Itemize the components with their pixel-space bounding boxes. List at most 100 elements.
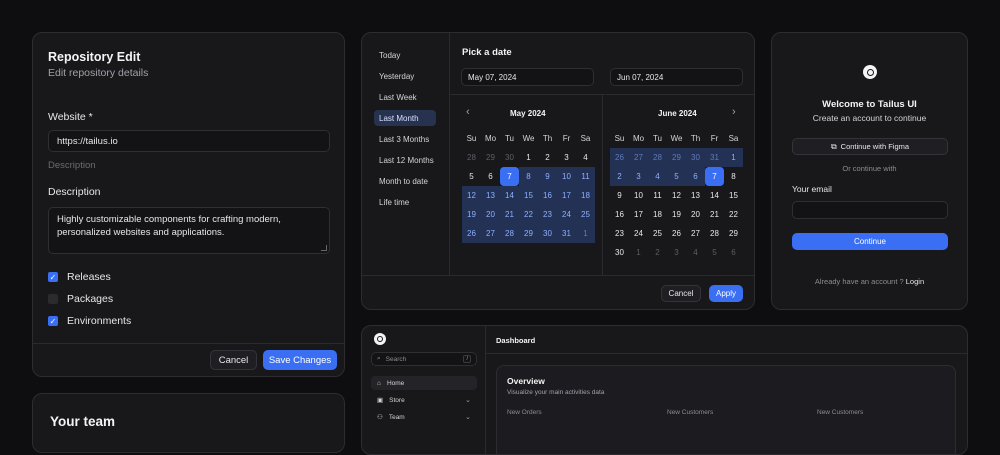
day-cell[interactable]: 3 [667,243,686,262]
day-cell[interactable]: 17 [629,205,648,224]
day-cell[interactable]: 4 [576,148,595,167]
day-cell[interactable]: 21 [705,205,724,224]
day-cell[interactable]: 15 [519,186,538,205]
day-cell[interactable]: 26 [462,224,481,243]
preset-last-3-months[interactable]: Last 3 Months [374,131,436,147]
preset-yesterday[interactable]: Yesterday [374,68,436,84]
day-cell[interactable]: 22 [519,205,538,224]
day-cell[interactable]: 26 [667,224,686,243]
day-cell[interactable]: 10 [557,167,576,186]
save-changes-button[interactable]: Save Changes [263,350,337,370]
day-cell[interactable]: 14 [705,186,724,205]
day-cell[interactable]: 29 [481,148,500,167]
day-cell[interactable]: 5 [667,167,686,186]
day-cell[interactable]: 2 [610,167,629,186]
day-cell[interactable]: 1 [519,148,538,167]
day-cell[interactable]: 18 [648,205,667,224]
day-cell[interactable]: 26 [610,148,629,167]
day-cell[interactable]: 15 [724,186,743,205]
day-cell[interactable]: 1 [576,224,595,243]
day-cell[interactable]: 16 [538,186,557,205]
day-cell[interactable]: 1 [724,148,743,167]
preset-month-to-date[interactable]: Month to date [374,173,436,189]
day-cell[interactable]: 27 [481,224,500,243]
day-cell[interactable]: 9 [610,186,629,205]
day-cell[interactable]: 9 [538,167,557,186]
day-cell[interactable]: 5 [462,167,481,186]
day-cell[interactable]: 7 [705,167,724,186]
day-cell[interactable]: 10 [629,186,648,205]
nav-item-home[interactable]: ⌂ Home [371,376,477,390]
cancel-button[interactable]: Cancel [661,285,701,302]
day-cell[interactable]: 25 [648,224,667,243]
chevron-left-icon[interactable]: ‹ [466,106,470,118]
checkbox-environments[interactable]: ✓ Environments [48,315,131,327]
email-input[interactable] [792,201,948,219]
day-cell[interactable]: 18 [576,186,595,205]
day-cell[interactable]: 27 [629,148,648,167]
day-cell[interactable]: 31 [705,148,724,167]
resize-handle-icon[interactable] [321,245,327,251]
day-cell[interactable]: 4 [648,167,667,186]
day-cell[interactable]: 2 [538,148,557,167]
day-cell[interactable]: 4 [686,243,705,262]
day-cell[interactable]: 22 [724,205,743,224]
day-cell[interactable]: 30 [686,148,705,167]
day-cell[interactable]: 6 [724,243,743,262]
continue-with-figma-button[interactable]: ⧉ Continue with Figma [792,138,948,155]
day-cell[interactable]: 21 [500,205,519,224]
day-cell[interactable]: 12 [667,186,686,205]
day-cell[interactable]: 28 [500,224,519,243]
description-textarea[interactable]: Highly customizable components for craft… [48,207,330,254]
preset-last-12-months[interactable]: Last 12 Months [374,152,436,168]
day-cell[interactable]: 29 [724,224,743,243]
day-cell[interactable]: 30 [500,148,519,167]
day-cell[interactable]: 29 [519,224,538,243]
day-cell[interactable]: 11 [576,167,595,186]
day-cell[interactable]: 30 [538,224,557,243]
day-cell[interactable]: 3 [557,148,576,167]
apply-button[interactable]: Apply [709,285,743,302]
day-cell[interactable]: 6 [686,167,705,186]
end-date-input[interactable]: Jun 07, 2024 [610,68,743,86]
day-cell[interactable]: 19 [462,205,481,224]
day-cell[interactable]: 30 [610,243,629,262]
day-cell[interactable]: 29 [667,148,686,167]
continue-button[interactable]: Continue [792,233,948,250]
day-cell[interactable]: 5 [705,243,724,262]
preset-today[interactable]: Today [374,47,436,63]
day-cell[interactable]: 23 [538,205,557,224]
day-cell[interactable]: 28 [705,224,724,243]
website-input[interactable]: https://tailus.io [48,130,330,152]
day-cell[interactable]: 24 [629,224,648,243]
checkbox-packages[interactable]: Packages [48,293,113,305]
nav-item-team[interactable]: ⚇ Team ⌄ [371,410,477,424]
preset-last-week[interactable]: Last Week [374,89,436,105]
day-cell[interactable]: 20 [481,205,500,224]
preset-last-month[interactable]: Last Month [374,110,436,126]
cancel-button[interactable]: Cancel [210,350,257,370]
day-cell[interactable]: 17 [557,186,576,205]
checkbox-releases[interactable]: ✓ Releases [48,271,111,283]
search-input[interactable]: ⌕ Search / [371,352,477,366]
day-cell[interactable]: 31 [557,224,576,243]
day-cell[interactable]: 28 [462,148,481,167]
day-cell[interactable]: 3 [629,167,648,186]
day-cell[interactable]: 8 [724,167,743,186]
day-cell[interactable]: 2 [648,243,667,262]
day-cell[interactable]: 1 [629,243,648,262]
day-cell[interactable]: 13 [686,186,705,205]
day-cell[interactable]: 13 [481,186,500,205]
start-date-input[interactable]: May 07, 2024 [461,68,594,86]
day-cell[interactable]: 6 [481,167,500,186]
preset-life-time[interactable]: Life time [374,194,436,210]
day-cell[interactable]: 28 [648,148,667,167]
day-cell[interactable]: 23 [610,224,629,243]
day-cell[interactable]: 11 [648,186,667,205]
chevron-right-icon[interactable]: › [732,106,736,118]
login-link[interactable]: Login [906,277,924,286]
day-cell[interactable]: 14 [500,186,519,205]
nav-item-store[interactable]: ▣ Store ⌄ [371,393,477,407]
day-cell[interactable]: 16 [610,205,629,224]
day-cell[interactable]: 27 [686,224,705,243]
